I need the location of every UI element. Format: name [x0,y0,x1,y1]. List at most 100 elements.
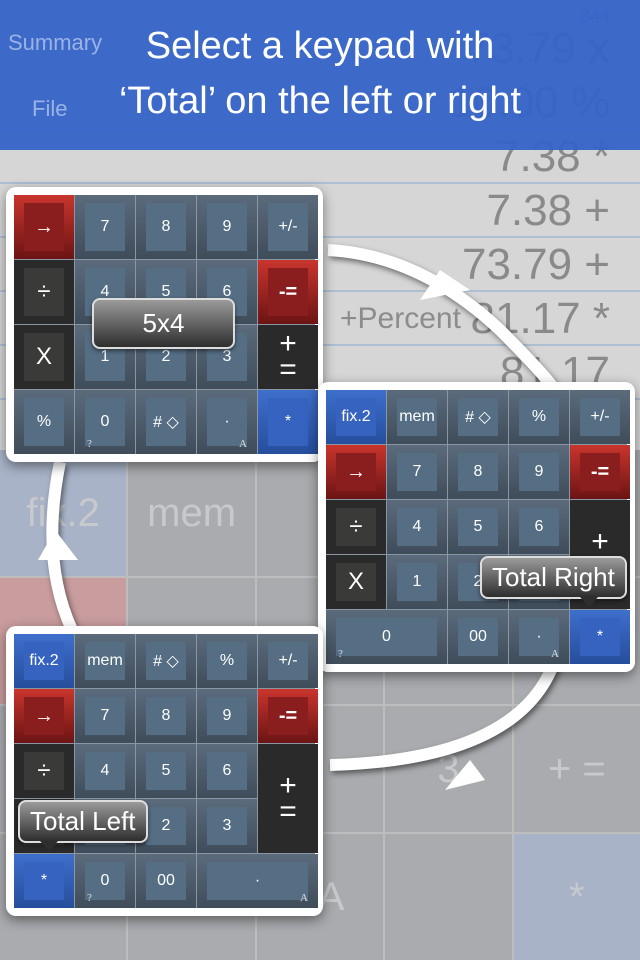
key-·[interactable]: · A [197,390,257,454]
key-label: 2 [146,807,186,845]
key-label: 9 [519,453,559,491]
key-label: ÷ [24,752,64,790]
key-label: 7 [397,453,437,491]
key-label: → [24,697,64,735]
key-label: → [336,453,376,491]
key-label: → [24,203,64,251]
key-label: % [24,398,64,446]
key-label: # ◇ [458,398,498,436]
key-*[interactable]: * [14,854,74,908]
key-label: fix.2 [24,642,64,680]
tooltip-label: Total Right [492,562,615,592]
key-5[interactable]: 5 [136,744,196,798]
tooltip-label: 5x4 [142,308,185,338]
key-fix.2[interactable]: fix.2 [326,390,386,444]
arrow-head-left-up [38,530,78,560]
key-label: +/- [268,203,308,251]
tooltip-total-right: Total Right [480,556,627,607]
key-X[interactable]: X [326,555,386,609]
key--=[interactable]: -= [258,260,318,324]
key-÷[interactable]: ÷ [14,260,74,324]
key-3[interactable]: 3 [197,799,257,853]
key-6[interactable]: 6 [509,500,569,554]
key-label: -= [268,268,308,316]
key-+=[interactable]: += [258,744,318,853]
key-label: +/- [268,642,308,680]
key-÷[interactable]: ÷ [326,500,386,554]
key-→[interactable]: → [14,195,74,259]
tooltip-label: Total Left [30,806,136,836]
key-label: % [519,398,559,436]
key-label: 0 [336,618,437,656]
key-→[interactable]: → [326,445,386,499]
key-#◇[interactable]: # ◇ [136,390,196,454]
key-4[interactable]: 4 [387,500,447,554]
keypad-total-left[interactable]: fix.2mem# ◇%+/-→789-=÷456+=X123*0?00·A [6,626,323,916]
key-9[interactable]: 9 [197,195,257,259]
key-sublabel: ? [87,438,92,450]
key-8[interactable]: 8 [136,195,196,259]
key-7[interactable]: 7 [75,689,135,743]
key-mem[interactable]: mem [75,634,135,688]
key-label: 1 [397,563,437,601]
key-+/-[interactable]: +/- [258,195,318,259]
key-label: X [24,333,64,381]
key-#◇[interactable]: # ◇ [136,634,196,688]
key-label: mem [85,642,125,680]
key-mem[interactable]: mem [387,390,447,444]
key-label: 6 [207,752,247,790]
key-%[interactable]: % [197,634,257,688]
key-label: * [24,862,64,900]
key-#◇[interactable]: # ◇ [448,390,508,444]
key-label: 9 [207,203,247,251]
key-4[interactable]: 4 [75,744,135,798]
key-*[interactable]: * [570,610,630,664]
key-*[interactable]: * [258,390,318,454]
key-5[interactable]: 5 [448,500,508,554]
arrow-head-right-bottom [445,760,485,790]
keypad-total-right[interactable]: fix.2mem# ◇%+/-→789-=÷456+=X1230?00·A* [318,382,635,672]
key-+/-[interactable]: +/- [258,634,318,688]
key-8[interactable]: 8 [136,689,196,743]
key-7[interactable]: 7 [75,195,135,259]
key-%[interactable]: % [509,390,569,444]
key-label: 4 [85,752,125,790]
key-label: += [268,329,308,385]
key-sublabel: ? [338,648,343,660]
key-%[interactable]: % [14,390,74,454]
key-label: * [580,618,620,656]
keypad-grid: fix.2mem# ◇%+/-→789-=÷456+=X123*0?00·A [14,634,318,908]
key-9[interactable]: 9 [197,689,257,743]
key-÷[interactable]: ÷ [14,744,74,798]
key-label: 7 [85,203,125,251]
key-7[interactable]: 7 [387,445,447,499]
key-1[interactable]: 1 [387,555,447,609]
key-label: · [207,862,308,900]
key-0[interactable]: 0? [326,610,447,664]
key-+/-[interactable]: +/- [570,390,630,444]
key-00[interactable]: 00 [448,610,508,664]
key-0[interactable]: 0? [75,854,135,908]
key-label: += [268,752,308,845]
key-→[interactable]: → [14,689,74,743]
key--=[interactable]: -= [258,689,318,743]
key-·[interactable]: · A [197,854,318,908]
key--=[interactable]: -= [570,445,630,499]
key-9[interactable]: 9 [509,445,569,499]
key-label: 8 [458,453,498,491]
key-·[interactable]: · A [509,610,569,664]
key-sublabel: A [239,438,247,450]
key-+=[interactable]: += [258,325,318,389]
key-8[interactable]: 8 [448,445,508,499]
key-X[interactable]: X [14,325,74,389]
key-label: 5 [458,508,498,546]
key-label: # ◇ [146,398,186,446]
key-sublabel: A [300,892,308,904]
key-0[interactable]: 0? [75,390,135,454]
key-00[interactable]: 00 [136,854,196,908]
key-label: * [268,398,308,446]
key-6[interactable]: 6 [197,744,257,798]
key-fix.2[interactable]: fix.2 [14,634,74,688]
key-label: +/- [580,398,620,436]
arrow-right-bottom [329,657,561,771]
